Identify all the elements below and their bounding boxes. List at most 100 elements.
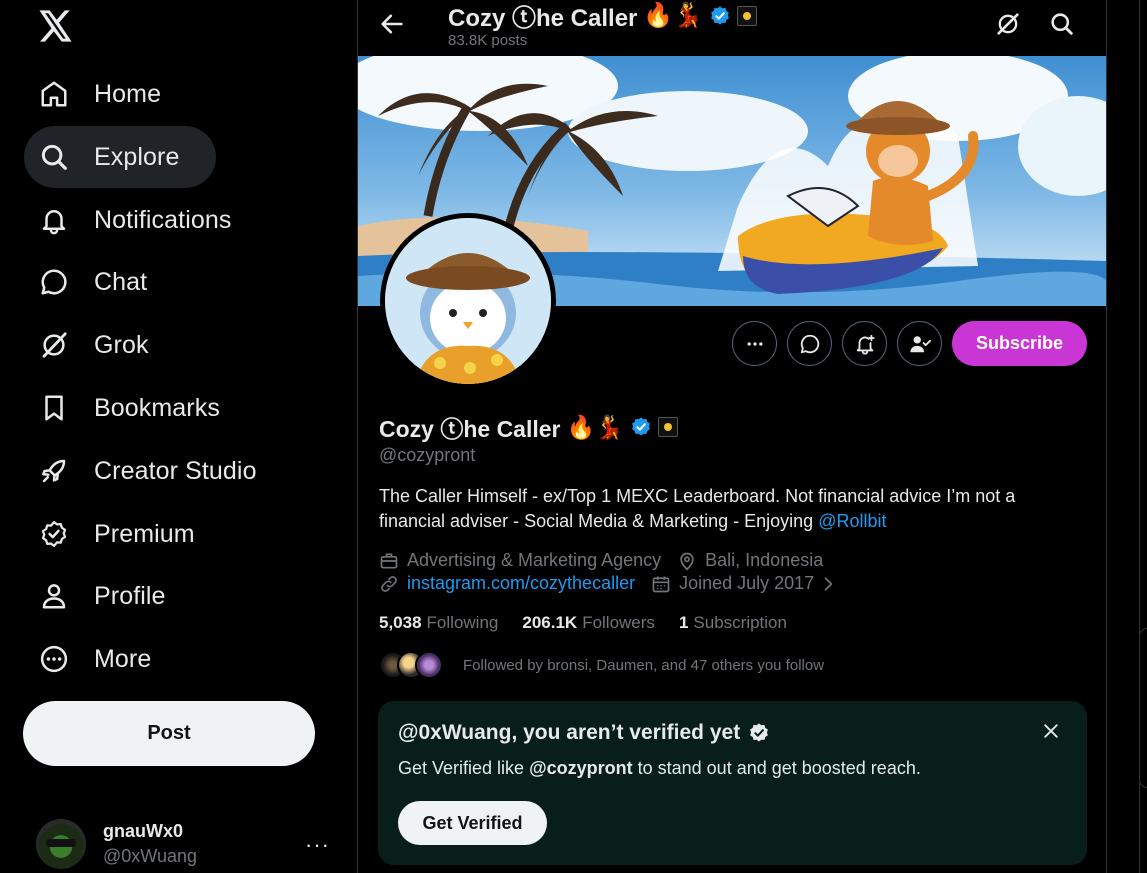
following-stat[interactable]: 5,038 Following — [379, 613, 498, 633]
post-button[interactable]: Post — [23, 701, 315, 766]
subscriptions-label: Subscription — [693, 613, 787, 632]
nav-label: Profile — [94, 581, 166, 610]
more-circle-icon — [38, 643, 70, 675]
post-count: 83.8K posts — [448, 32, 528, 49]
avatar — [36, 819, 86, 869]
verify-card-title: @0xWuang, you aren’t verified yet — [398, 721, 770, 745]
chat-icon — [800, 334, 819, 353]
nav-item-premium[interactable]: Premium — [24, 503, 211, 565]
nav-label: Home — [94, 79, 162, 108]
header-emojis: 🔥💃 — [643, 2, 704, 29]
subscribe-button[interactable]: Subscribe — [952, 321, 1087, 366]
sidebar-nav: Home Explore Notifications Chat Grok Boo… — [0, 0, 358, 873]
bookmark-icon — [38, 392, 70, 424]
bell-icon — [38, 204, 70, 236]
nav-item-grok[interactable]: Grok — [24, 314, 165, 376]
person-check-icon — [909, 335, 931, 352]
verified-check-icon[interactable] — [630, 416, 652, 438]
bell-plus-icon — [856, 334, 875, 355]
profile-handle: @cozypront — [379, 445, 476, 465]
message-button[interactable] — [787, 321, 832, 366]
nav-item-explore[interactable]: Explore — [24, 126, 216, 188]
nav-label: Notifications — [94, 205, 232, 234]
header-name: Cozy ⓣhe Caller — [448, 5, 638, 32]
profile-location: Bali, Indonesia — [705, 550, 824, 570]
profile-meta-row: instagram.com/cozythecaller Joined July … — [379, 573, 846, 594]
name-emojis: 🔥💃 — [566, 413, 624, 440]
nav-item-profile[interactable]: Profile — [24, 565, 182, 627]
profile-joined-date[interactable]: Joined July 2017 — [679, 573, 814, 594]
search-icon[interactable] — [1048, 10, 1078, 40]
profile-bio: The Caller Himself - ex/Top 1 MEXC Leade… — [379, 484, 1079, 534]
account-switcher[interactable]: gnauWx0 @0xWuang ··· — [36, 816, 346, 872]
account-name: gnauWx0 — [103, 821, 184, 841]
verify-text-post: to stand out and get boosted reach. — [632, 758, 921, 778]
back-arrow-icon[interactable] — [378, 10, 406, 38]
header-title: Cozy ⓣhe Caller 🔥💃 — [448, 0, 758, 33]
nav-item-more[interactable]: More — [24, 628, 167, 690]
following-button[interactable] — [897, 321, 942, 366]
nav-label: Creator Studio — [94, 456, 257, 485]
verify-title-text: @0xWuang, you aren’t verified yet — [398, 721, 741, 744]
affiliate-badge-icon[interactable] — [657, 417, 678, 437]
verify-text-handle: @cozypront — [529, 758, 633, 778]
notify-button[interactable] — [842, 321, 887, 366]
avatar — [415, 651, 443, 679]
nav-item-bookmarks[interactable]: Bookmarks — [24, 377, 236, 439]
affiliate-badge-icon — [737, 5, 758, 26]
profile-actions: Subscribe — [358, 321, 1106, 367]
nav-label: Explore — [94, 142, 180, 171]
more-icon[interactable]: ··· — [305, 832, 330, 858]
profile-meta-row: Advertising & Marketing Agency Bali, Ind… — [379, 550, 823, 571]
verified-badge-icon — [748, 722, 770, 744]
bio-text: The Caller Himself - ex/Top 1 MEXC Leade… — [379, 486, 1016, 531]
chat-icon — [38, 266, 70, 298]
subscriptions-stat[interactable]: 1 Subscription — [679, 613, 787, 633]
nav-item-creator-studio[interactable]: Creator Studio — [24, 440, 273, 502]
get-verified-button[interactable]: Get Verified — [398, 801, 547, 845]
nav-item-notifications[interactable]: Notifications — [24, 189, 247, 251]
verify-card-text: Get Verified like @cozypront to stand ou… — [398, 758, 921, 779]
person-icon — [38, 580, 70, 612]
followed-by-text: Followed by bronsi, Daumen, and 47 other… — [463, 656, 825, 674]
grok-icon[interactable] — [994, 10, 1024, 40]
followed-by[interactable]: Followed by bronsi, Daumen, and 47 other… — [379, 651, 824, 679]
home-icon — [38, 78, 70, 110]
nav-label: Premium — [94, 519, 195, 548]
profile-name: Cozy ⓣhe Caller 🔥💃 — [379, 410, 678, 444]
profile-header-bar: Cozy ⓣhe Caller 🔥💃 83.8K posts — [358, 0, 1106, 56]
followers-stat[interactable]: 206.1K Followers — [522, 613, 655, 633]
right-panel-edge — [1107, 0, 1147, 873]
grok-icon — [38, 329, 70, 361]
calendar-icon — [651, 574, 671, 594]
verified-badge-icon — [38, 518, 70, 550]
nav-label: More — [94, 644, 152, 673]
profile-column: Cozy ⓣhe Caller 🔥💃 83.8K posts Subscribe… — [357, 0, 1107, 873]
followers-label: Followers — [582, 613, 655, 632]
bio-mention-link[interactable]: @Rollbit — [818, 511, 886, 531]
verified-check-icon — [709, 5, 731, 27]
more-options-button[interactable] — [732, 321, 777, 366]
account-handle: @0xWuang — [103, 846, 197, 866]
briefcase-icon — [379, 551, 399, 571]
link-icon — [379, 574, 399, 594]
following-label: Following — [426, 613, 499, 632]
profile-stats: 5,038 Following 206.1K Followers 1 Subscrip… — [379, 613, 811, 633]
nav-label: Grok — [94, 330, 149, 359]
x-logo-icon[interactable] — [36, 6, 76, 46]
rocket-icon — [38, 455, 70, 487]
nav-label: Bookmarks — [94, 393, 220, 422]
chevron-right-icon[interactable] — [818, 574, 838, 594]
location-pin-icon — [677, 551, 697, 571]
nav-item-home[interactable]: Home — [24, 63, 177, 125]
close-icon[interactable] — [1041, 721, 1061, 741]
following-count: 5,038 — [379, 613, 422, 632]
profile-website-link[interactable]: instagram.com/cozythecaller — [407, 573, 635, 594]
verify-text-pre: Get Verified like — [398, 758, 530, 778]
nav-item-chat[interactable]: Chat — [24, 251, 163, 313]
more-icon — [747, 341, 762, 346]
get-verified-card: @0xWuang, you aren’t verified yet Get Ve… — [378, 701, 1087, 865]
profile-category[interactable]: Advertising & Marketing Agency — [407, 550, 661, 571]
right-panel-card-edge — [1139, 628, 1147, 788]
display-name: Cozy ⓣhe Caller — [379, 416, 561, 442]
